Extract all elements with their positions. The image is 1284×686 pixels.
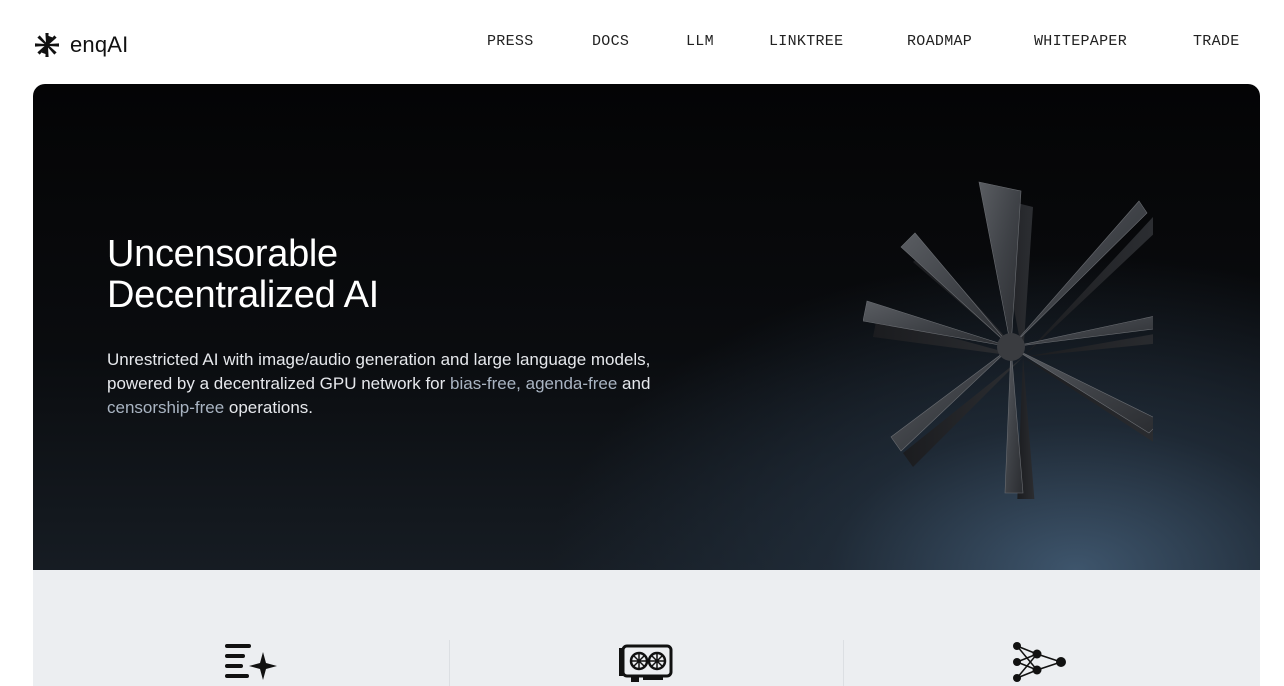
nav-link-linktree[interactable]: LINKTREE — [769, 33, 843, 50]
nav-link-docs[interactable]: DOCS — [592, 33, 629, 50]
hero-title-line-2: Decentralized AI — [107, 274, 379, 316]
hero-desc-highlight-agenda-free: agenda-free — [525, 374, 618, 393]
nav-link-llm[interactable]: LLM — [686, 33, 714, 50]
main-nav: PRESS DOCS LLM LINKTREE ROADMAP WHITEPAP… — [0, 33, 1284, 53]
3d-asterisk-icon — [863, 181, 1153, 499]
hero-section: Uncensorable Decentralized AI Unrestrict… — [33, 84, 1260, 570]
hero-desc-text-4: operations. — [224, 398, 314, 417]
nav-link-press[interactable]: PRESS — [487, 33, 534, 50]
neural-network-icon — [1013, 642, 1066, 682]
hero-title: Uncensorable Decentralized AI — [107, 234, 627, 316]
feature-divider — [843, 640, 844, 686]
hero-desc-highlight-censorship-free: censorship-free — [107, 398, 225, 417]
hero-desc-text-3: and — [617, 374, 651, 393]
text-sparkle-icon — [225, 644, 277, 680]
hero-desc-highlight-bias-free: bias-free, — [450, 374, 521, 393]
top-navbar: enqAI PRESS DOCS LLM LINKTREE ROADMAP WH… — [0, 0, 1284, 84]
gpu-card-icon — [619, 644, 673, 682]
nav-link-roadmap[interactable]: ROADMAP — [907, 33, 972, 50]
nav-link-whitepaper[interactable]: WHITEPAPER — [1034, 33, 1127, 50]
feature-divider — [449, 640, 450, 686]
hero-title-line-1: Uncensorable — [107, 233, 338, 275]
features-strip — [33, 570, 1260, 686]
nav-link-trade[interactable]: TRADE — [1193, 33, 1240, 50]
hero-description: Unrestricted AI with image/audio generat… — [107, 348, 667, 420]
